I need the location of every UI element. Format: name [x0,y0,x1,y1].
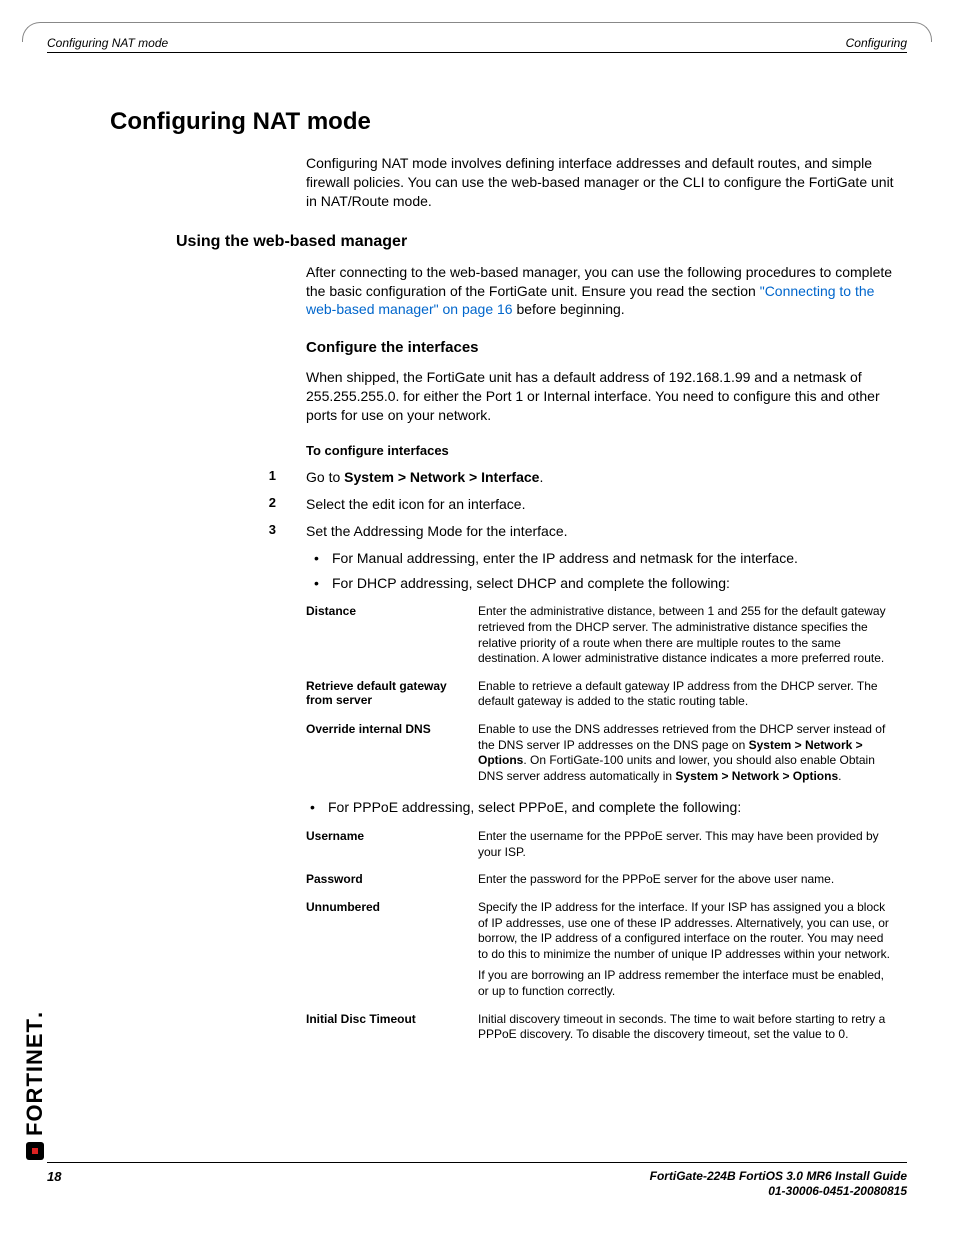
main-content: Configuring NAT mode Configuring NAT mod… [110,108,894,1057]
footer-document-info: FortiGate-224B FortiOS 3.0 MR6 Install G… [47,1169,907,1200]
bullet-item: • For Manual addressing, enter the IP ad… [310,549,894,568]
para-suffix: before beginning. [513,301,625,317]
def-desc: Specify the IP address for the interface… [478,900,894,1000]
step-number: 2 [110,495,306,514]
subheading-to-configure: To configure interfaces [306,443,894,458]
step-1: 1 Go to System > Network > Interface. [110,468,894,487]
step-2: 2 Select the edit icon for an interface. [110,495,894,514]
heading-configure-interfaces: Configure the interfaces [306,339,894,356]
def-desc: Enter the password for the PPPoE server … [478,872,894,888]
bullet-dot-icon: • [310,574,332,593]
desc-bold-path: System > Network > Options [675,769,838,783]
footer-line2: 01-30006-0451-20080815 [47,1184,907,1200]
interfaces-para: When shipped, the FortiGate unit has a d… [306,368,894,425]
bullet-text: For DHCP addressing, select DHCP and com… [332,574,894,593]
step-text: Select the edit icon for an interface. [306,495,894,514]
def-term-password: Password [306,872,478,888]
step-3: 3 Set the Addressing Mode for the interf… [110,522,894,541]
table-row: Initial Disc Timeout Initial discovery t… [306,1012,894,1043]
bullet-text: For PPPoE addressing, select PPPoE, and … [328,798,894,817]
header-section-left: Configuring NAT mode [47,36,168,50]
table-row: Password Enter the password for the PPPo… [306,872,894,888]
def-term-override-dns: Override internal DNS [306,722,478,784]
def-desc: Enter the username for the PPPoE server.… [478,829,894,860]
table-row: Username Enter the username for the PPPo… [306,829,894,860]
web-manager-para: After connecting to the web-based manage… [306,263,894,320]
logo-text: FORTINET [22,1018,48,1136]
step-bold-path: System > Network > Interface [344,469,539,485]
desc-p3: . [838,769,841,783]
header-section-right: Configuring [846,36,907,50]
def-term-distance: Distance [306,604,478,666]
bullet-list-pppoe: • For PPPoE addressing, select PPPoE, an… [306,798,894,817]
footer-line [47,1162,907,1163]
header-underline [47,52,907,53]
intro-paragraph: Configuring NAT mode involves defining i… [306,154,894,211]
def-term-retrieve-gateway: Retrieve default gateway from server [306,679,478,710]
def-desc: Enter the administrative distance, betwe… [478,604,894,666]
table-row: Override internal DNS Enable to use the … [306,722,894,784]
bullet-dot-icon: • [306,798,328,817]
page-footer: 18 FortiGate-224B FortiOS 3.0 MR6 Instal… [47,1162,907,1200]
corner-decoration-tl [22,22,42,42]
def-term-username: Username [306,829,478,860]
pppoe-definition-table: Username Enter the username for the PPPo… [306,829,894,1043]
step-text: Set the Addressing Mode for the interfac… [306,522,894,541]
footer-line1: FortiGate-224B FortiOS 3.0 MR6 Install G… [47,1169,907,1185]
step-suffix: . [539,469,543,485]
top-border-line [42,22,912,23]
def-term-initial-disc: Initial Disc Timeout [306,1012,478,1043]
step-prefix: Go to [306,469,344,485]
desc-main: Specify the IP address for the interface… [478,900,894,962]
step-number: 1 [110,468,306,487]
desc-extra: If you are borrowing an IP address remem… [478,968,894,999]
def-term-unnumbered: Unnumbered [306,900,478,1000]
table-row: Retrieve default gateway from server Ena… [306,679,894,710]
table-row: Unnumbered Specify the IP address for th… [306,900,894,1000]
corner-decoration-tr [912,22,932,42]
bullet-dot-icon: • [310,549,332,568]
heading-web-manager: Using the web-based manager [176,233,894,251]
dhcp-definition-table: Distance Enter the administrative distan… [306,604,894,784]
page-number: 18 [47,1169,61,1184]
step-text: Go to System > Network > Interface. [306,468,894,487]
fortinet-logo-mark-icon [26,1142,44,1160]
step-number: 3 [110,522,306,541]
fortinet-logo: FORTINET. [22,1011,48,1160]
def-desc: Enable to use the DNS addresses retrieve… [478,722,894,784]
def-desc: Enable to retrieve a default gateway IP … [478,679,894,710]
def-desc: Initial discovery timeout in seconds. Th… [478,1012,894,1043]
logo-period: . [22,1011,48,1018]
bullet-list-top: • For Manual addressing, enter the IP ad… [310,549,894,593]
bullet-text: For Manual addressing, enter the IP addr… [332,549,894,568]
page-title: Configuring NAT mode [110,108,894,136]
table-row: Distance Enter the administrative distan… [306,604,894,666]
bullet-item: • For DHCP addressing, select DHCP and c… [310,574,894,593]
bullet-item: • For PPPoE addressing, select PPPoE, an… [306,798,894,817]
